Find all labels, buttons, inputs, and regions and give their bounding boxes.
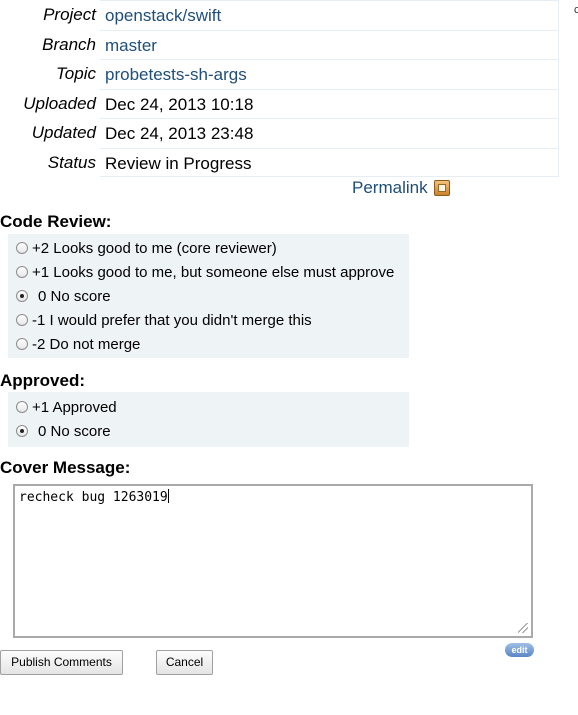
cover-message-textarea[interactable]: recheck bug 1263019 — [13, 484, 533, 638]
status-value: Review in Progress — [100, 147, 559, 177]
radio-button[interactable] — [16, 314, 28, 326]
info-row-uploaded: Uploaded Dec 24, 2013 10:18 — [0, 88, 559, 118]
option-label: +1 Looks good to me, but someone else mu… — [32, 263, 395, 281]
edit-button[interactable]: edit — [505, 643, 534, 657]
updated-value: Dec 24, 2013 23:48 — [100, 118, 559, 148]
updated-label: Updated — [0, 118, 100, 148]
radio-button[interactable] — [16, 242, 28, 254]
status-label: Status — [0, 147, 100, 177]
topic-link[interactable]: probetests-sh-args — [100, 59, 559, 89]
approved-options: +1 Approved 0 No score — [8, 392, 409, 447]
option-label: -2 Do not merge — [32, 335, 141, 353]
project-label: Project — [0, 0, 100, 30]
text-cursor — [167, 489, 169, 503]
code-review-option-plus1[interactable]: +1 Looks good to me, but someone else mu… — [8, 260, 409, 284]
publish-comments-button[interactable]: Publish Comments — [0, 650, 123, 675]
cover-message-text: recheck bug 1263019 — [19, 490, 168, 505]
code-review-options: +2 Looks good to me (core reviewer) +1 L… — [8, 234, 409, 358]
radio-button-selected[interactable] — [16, 425, 28, 437]
radio-button[interactable] — [16, 266, 28, 278]
radio-button-selected[interactable] — [16, 290, 28, 302]
uploaded-label: Uploaded — [0, 88, 100, 118]
info-row-topic: Topic probetests-sh-args — [0, 59, 559, 89]
approved-option-plus1[interactable]: +1 Approved — [8, 395, 409, 419]
branch-link[interactable]: master — [100, 29, 559, 59]
option-label: -1 I would prefer that you didn't merge … — [32, 311, 312, 329]
info-row-branch: Branch master — [0, 29, 559, 59]
radio-button[interactable] — [16, 338, 28, 350]
option-label: 0 No score — [38, 422, 111, 440]
edge-glyph: c — [574, 4, 578, 16]
branch-label: Branch — [0, 29, 100, 59]
copy-icon[interactable] — [433, 180, 450, 196]
code-review-title: Code Review: — [0, 212, 112, 231]
info-row-status: Status Review in Progress — [0, 147, 559, 177]
topic-label: Topic — [0, 59, 100, 89]
project-link[interactable]: openstack/swift — [100, 0, 559, 30]
permalink-link[interactable]: Permalink — [352, 178, 428, 198]
code-review-option-plus2[interactable]: +2 Looks good to me (core reviewer) — [8, 236, 409, 260]
code-review-option-minus2[interactable]: -2 Do not merge — [8, 332, 409, 356]
cancel-button[interactable]: Cancel — [156, 650, 213, 675]
uploaded-value: Dec 24, 2013 10:18 — [100, 88, 559, 118]
resize-grip-icon[interactable] — [518, 623, 528, 633]
option-label: 0 No score — [38, 287, 111, 305]
info-row-project: Project openstack/swift — [0, 0, 559, 30]
code-review-option-minus1[interactable]: -1 I would prefer that you didn't merge … — [8, 308, 409, 332]
cover-message-title: Cover Message: — [0, 458, 131, 477]
permalink[interactable]: Permalink — [352, 178, 450, 198]
option-label: +2 Looks good to me (core reviewer) — [32, 239, 277, 257]
info-row-updated: Updated Dec 24, 2013 23:48 — [0, 118, 559, 148]
approved-title: Approved: — [0, 371, 85, 390]
change-info-table: Project openstack/swift Branch master To… — [0, 0, 559, 177]
code-review-option-zero[interactable]: 0 No score — [8, 284, 409, 308]
option-label: +1 Approved — [32, 398, 117, 416]
radio-button[interactable] — [16, 401, 28, 413]
approved-option-zero[interactable]: 0 No score — [8, 419, 409, 443]
